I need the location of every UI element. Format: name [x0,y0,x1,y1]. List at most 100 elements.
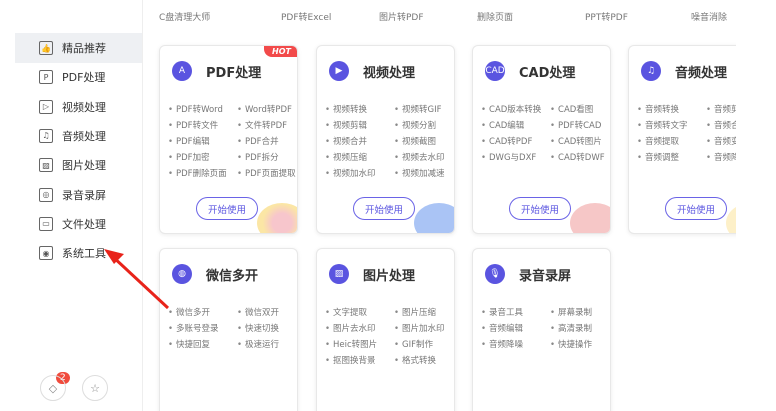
feature-link[interactable]: 微信双开 [237,306,297,318]
feature-link[interactable]: PDF页面提取 [237,167,297,179]
feature-link[interactable]: 音频合并 [706,119,736,131]
feature-link[interactable]: 音频剪切 [706,103,736,115]
feature-link[interactable]: 录音工具 [481,306,550,318]
feature-link[interactable]: 视频合并 [325,135,394,147]
sidebar-item-label: 视频处理 [62,100,106,114]
sidebar-item-2[interactable]: ▷ 视频处理 [15,92,142,122]
feature-link[interactable]: 视频分割 [394,119,454,131]
feature-link[interactable]: PDF拆分 [237,151,297,163]
card-logo-icon: ♫ [641,61,661,81]
hot-badge: HOT [264,46,297,57]
quick-link[interactable]: PDF转Excel [281,10,331,23]
tool-card: ◍微信多开微信多开微信双开多账号登录快速切换快捷回复极速运行 [159,248,298,411]
music-icon: ♫ [39,128,53,143]
feature-link[interactable]: CAD编辑 [481,119,550,131]
card-title: 视频处理 [363,65,416,81]
feature-list: 文字提取图片压缩图片去水印图片加水印Heic转图片GIF制作抠图换背景格式转换 [325,306,454,366]
sidebar-item-label: 音频处理 [62,129,106,143]
feature-link[interactable]: 音频编辑 [481,322,550,334]
feature-link[interactable]: 极速运行 [237,338,297,350]
feature-link[interactable]: GIF制作 [394,338,454,350]
feature-link[interactable]: DWG与DXF [481,151,550,163]
feature-link[interactable]: CAD转图片 [550,135,610,147]
quick-link[interactable]: 图片转PDF [379,10,424,23]
feature-link[interactable]: 图片压缩 [394,306,454,318]
feature-link[interactable]: 图片加水印 [394,322,454,334]
feature-link[interactable]: Word转PDF [237,103,297,115]
feature-link[interactable]: PDF转Word [168,103,237,115]
feature-link[interactable]: 快捷回复 [168,338,237,350]
sidebar-item-0[interactable]: 👍 精品推荐 [15,33,142,63]
feature-link[interactable]: CAD转PDF [481,135,550,147]
feature-link[interactable]: 视频剪辑 [325,119,394,131]
feature-link[interactable]: 快捷操作 [550,338,610,350]
feature-list: 音频转换音频剪切音频转文字音频合并音频提取音频变速音频调整音频降噪 [637,103,736,163]
sidebar-item-5[interactable]: ◎ 录音录屏 [15,180,142,210]
card-header: ♫ 音频处理 [641,61,727,81]
quick-link[interactable]: 噪音消除 [691,10,727,23]
feature-link[interactable]: 视频转换 [325,103,394,115]
card-logo-icon: ◍ [172,264,192,284]
feature-link[interactable]: 视频去水印 [394,151,454,163]
feature-link[interactable]: 文字提取 [325,306,394,318]
sidebar-item-1[interactable]: P PDF处理 [15,62,142,92]
quick-link[interactable]: 删除页面 [477,10,513,23]
start-button[interactable]: 开始使用 [509,197,571,220]
feature-link[interactable]: PDF加密 [168,151,237,163]
feature-link[interactable]: 格式转换 [394,354,454,366]
feature-link[interactable]: 微信多开 [168,306,237,318]
feature-link[interactable]: PDF编辑 [168,135,237,147]
feature-link[interactable]: 视频转GIF [394,103,454,115]
feature-link[interactable]: PDF删除页面 [168,167,237,179]
image-icon: ▨ [39,158,53,173]
sidebar-item-3[interactable]: ♫ 音频处理 [15,121,142,151]
feature-link[interactable]: 抠图换背景 [325,354,394,366]
card-logo-icon: ▨ [329,264,349,284]
feature-link[interactable]: CAD版本转换 [481,103,550,115]
favorite-button[interactable]: ☆ [82,375,108,401]
feature-link[interactable]: CAD看图 [550,103,610,115]
start-button[interactable]: 开始使用 [353,197,415,220]
feature-link[interactable]: 屏幕录制 [550,306,610,318]
sidebar-item-6[interactable]: ▭ 文件处理 [15,209,142,239]
sidebar: 2 ◇ ☆ 👍 精品推荐 P PDF处理 ▷ 视频处理 ♫ 音频处理 ▨ 图片处理 ◎ 录音录屏 ▭ 文件… [0,0,143,411]
feature-link[interactable]: 图片去水印 [325,322,394,334]
card-title: 音频处理 [675,65,728,81]
feature-link[interactable]: 音频降噪 [706,151,736,163]
feature-link[interactable]: 高清录制 [550,322,610,334]
feature-link[interactable]: PDF转文件 [168,119,237,131]
card-title: 微信多开 [206,268,259,284]
feature-link[interactable]: PDF合并 [237,135,297,147]
feature-link[interactable]: 音频转文字 [637,119,706,131]
feature-link[interactable]: CAD转DWF [550,151,610,163]
feature-link[interactable]: 文件转PDF [237,119,297,131]
feature-link[interactable]: 音频转换 [637,103,706,115]
card-header: ◍ 微信多开 [172,264,258,284]
quick-link[interactable]: PPT转PDF [585,10,628,23]
feature-link[interactable]: Heic转图片 [325,338,394,350]
sidebar-item-label: 系统工具 [62,247,106,261]
sidebar-item-label: 图片处理 [62,159,106,173]
feature-link[interactable]: 视频截图 [394,135,454,147]
feature-link[interactable]: 音频调整 [637,151,706,163]
sidebar-item-4[interactable]: ▨ 图片处理 [15,150,142,180]
feature-link[interactable]: 音频降噪 [481,338,550,350]
feature-link[interactable]: 视频压缩 [325,151,394,163]
feature-link[interactable]: PDF转CAD [550,119,610,131]
home-button[interactable]: ◇ [40,375,66,401]
feature-link[interactable]: 音频提取 [637,135,706,147]
feature-link[interactable]: 多账号登录 [168,322,237,334]
card-decoration [414,203,454,233]
feature-list: PDF转WordWord转PDFPDF转文件文件转PDFPDF编辑PDF合并PD… [168,103,297,179]
card-decoration [726,203,736,233]
sidebar-item-7[interactable]: ◉ 系统工具 [15,238,142,268]
start-button[interactable]: 开始使用 [196,197,258,220]
quick-link[interactable]: C盘清理大师 [159,10,210,23]
folder-icon: ▭ [39,216,53,231]
feature-link[interactable]: 快速切换 [237,322,297,334]
feature-link[interactable]: 音频变速 [706,135,736,147]
start-button[interactable]: 开始使用 [665,197,727,220]
sidebar-item-label: PDF处理 [62,71,106,85]
feature-link[interactable]: 视频加水印 [325,167,394,179]
feature-link[interactable]: 视频加减速 [394,167,454,179]
